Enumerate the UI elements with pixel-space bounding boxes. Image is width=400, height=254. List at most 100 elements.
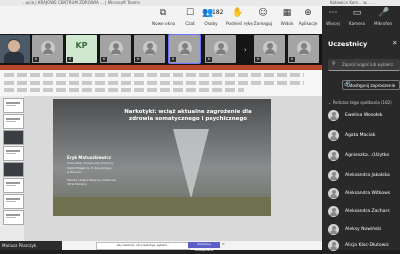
mic-off-icon: ✕	[170, 57, 176, 62]
participant-tile-selected[interactable]: ✕	[168, 34, 201, 64]
sharing-notification: Aby zobaczyć, kto prezentuje, wybierz...	[96, 242, 190, 250]
participant-row[interactable]: Aleksandra Jakalska	[328, 170, 400, 182]
camera-button[interactable]: ▭ Kamera	[346, 8, 368, 26]
apps-label: Aplikacje	[298, 21, 318, 26]
chat-label: Czat	[185, 21, 195, 26]
participant-name: Ewelina Wesołek	[345, 113, 383, 118]
slide-line: Katedra i Zakład Medycyny Rodzinnej	[67, 179, 116, 182]
mic-label: Mikrofon	[373, 21, 393, 26]
avatar	[328, 110, 339, 121]
search-icon: ⚲	[332, 61, 336, 67]
new-window-icon: ⧉	[159, 8, 167, 18]
participant-row[interactable]: Aleksy Nowiński	[328, 224, 400, 236]
raise-hand-label: Podnieś rękę	[226, 21, 253, 26]
slide-thumbnail	[3, 114, 24, 129]
chat-button[interactable]: ☐ Czat	[179, 8, 201, 26]
view-icon: ▦	[282, 8, 292, 18]
share-invite-label: Udostępnij zaproszenie	[346, 83, 396, 88]
slide-thumbnail	[3, 162, 24, 177]
participant-row[interactable]: Aleksandra Witkows	[328, 188, 400, 200]
participant-name: Aleksy Nowiński	[345, 227, 382, 232]
participant-row[interactable]: Alicja Kloc-Dłutowic	[328, 240, 400, 252]
share-icon: 🔗	[344, 81, 351, 87]
tornado-image	[173, 129, 209, 199]
participant-tile[interactable]: ✕	[254, 35, 285, 63]
avatar	[328, 206, 339, 217]
raise-hand-button[interactable]: ✋ Podnieś rękę	[226, 8, 253, 26]
participant-tile[interactable]: ✕	[205, 35, 236, 63]
participant-name: Aleksandra Zachars	[345, 209, 390, 214]
people-label: Osoby	[204, 21, 218, 26]
raise-hand-icon: ✋	[232, 8, 244, 18]
people-button[interactable]: 👥 182 Osoby	[200, 8, 224, 26]
participant-name: Agnieszka...(Użytko	[345, 153, 390, 158]
share-invite-button[interactable]: Udostępnij zaproszenie	[342, 80, 400, 90]
view-label: Widok	[280, 21, 294, 26]
avatar	[328, 224, 339, 235]
mic-off-icon: ✕	[255, 57, 261, 62]
slide-title: Narkotyki: wciąż aktualne zagrożenie dla…	[124, 109, 252, 122]
close-icon[interactable]: ✕	[222, 242, 225, 246]
slide-author: Eryk Matuszkiewicz	[67, 155, 112, 160]
slide-thumbnails	[0, 96, 24, 241]
stop-sharing-button[interactable]: Zatrzymaj udostępnianie	[188, 242, 220, 252]
close-icon[interactable]: ✕	[392, 39, 397, 47]
people-icon: 👥	[202, 8, 214, 18]
participant-name: Aleksandra Witkows	[345, 191, 391, 196]
mic-off-icon: ✕	[135, 57, 141, 62]
slide-thumbnail	[3, 210, 24, 225]
people-count: 182	[212, 9, 224, 16]
slide-thumbnail	[3, 146, 24, 161]
shared-screen: Narkotyki: wciąż aktualne zagrożenie dla…	[0, 65, 322, 252]
participant-tile[interactable]: KP ✕	[66, 35, 97, 63]
slide-line: w Poznaniu	[67, 171, 82, 174]
mic-off-icon: ✕	[101, 57, 107, 62]
mic-off-icon: ✕	[33, 57, 39, 62]
mic-button[interactable]: 🎤 Mikrofon	[372, 8, 394, 26]
slide-thumbnail	[3, 194, 24, 209]
meeting-toolbar: ⧉ Nowe okno ☐ Czat 👥 182 Osoby ✋ Podnieś…	[0, 6, 322, 34]
participant-name: Aleksandra Jakalska	[345, 173, 390, 178]
participant-row[interactable]: Ewelina Wesołek	[328, 110, 400, 122]
react-button[interactable]: ☺ Zareaguj	[252, 8, 274, 26]
slide-line: UM w Poznaniu	[67, 183, 87, 186]
participant-row[interactable]: Agata Maciak	[328, 130, 400, 142]
avatar	[328, 240, 339, 251]
participant-tile[interactable]: ✕	[32, 35, 63, 63]
participant-tile[interactable]: ✕	[134, 35, 165, 63]
new-window-button[interactable]: ⧉ Nowe okno	[152, 8, 176, 26]
avatar	[328, 188, 339, 199]
camera-label: Kamera	[348, 21, 366, 26]
participants-section-header[interactable]: ⌄ Podczas tego spotkania (182)	[328, 100, 392, 105]
participant-name: Alicja Kloc-Dłutowic	[345, 243, 390, 248]
participant-row[interactable]: Agnieszka...(Użytko	[328, 150, 400, 162]
more-icon: ⋯	[328, 8, 338, 18]
mic-off-icon: ✕	[289, 57, 295, 62]
mic-icon: 🎤	[378, 8, 390, 18]
new-window-label: Nowe okno	[152, 21, 176, 26]
more-button[interactable]: ⋯ Więcej	[322, 8, 344, 26]
section-label: Podczas tego spotkania (182)	[332, 100, 392, 105]
react-icon: ☺	[258, 8, 268, 18]
slide-line: Szpital Miejski im. H. Święcickiego	[67, 167, 112, 170]
search-input[interactable]: Zaproś kogoś lub wybierz	[328, 59, 400, 71]
participants-panel: ⋯ Więcej ▭ Kamera 🎤 Mikrofon Uczestnicy …	[322, 6, 400, 252]
avatar	[328, 130, 339, 141]
participant-tile[interactable]: ✕	[288, 35, 319, 63]
slide-thumbnail	[3, 98, 24, 113]
current-slide: Narkotyki: wciąż aktualne zagrożenie dla…	[53, 99, 271, 216]
participant-row[interactable]: Aleksandra Zachars	[328, 206, 400, 218]
participant-tile[interactable]: ✕	[100, 35, 131, 63]
speaker-video-tile[interactable]	[0, 35, 30, 63]
slide-canvas: Narkotyki: wciąż aktualne zagrożenie dla…	[24, 96, 322, 241]
participant-name: Agata Maciak	[345, 133, 376, 138]
slide-affiliation: Internista, toksykolog kliniczny	[67, 161, 114, 165]
mic-off-icon: ✕	[206, 57, 212, 62]
chevron-right-icon[interactable]: ›	[244, 46, 247, 54]
view-button[interactable]: ▦ Widok	[276, 8, 298, 26]
apps-icon: ⊕	[304, 8, 312, 18]
camera-icon: ▭	[352, 8, 362, 18]
slide-thumbnail	[3, 130, 24, 145]
apps-button[interactable]: ⊕ Aplikacje	[297, 8, 319, 26]
avatar	[328, 170, 339, 181]
